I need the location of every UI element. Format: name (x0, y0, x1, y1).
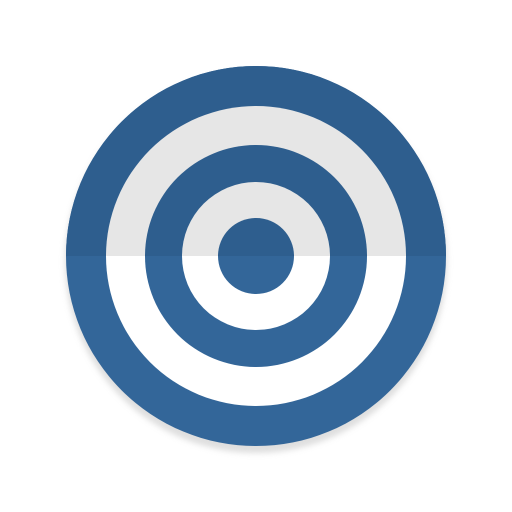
icon-canvas (0, 0, 512, 512)
target-icon (65, 66, 447, 453)
